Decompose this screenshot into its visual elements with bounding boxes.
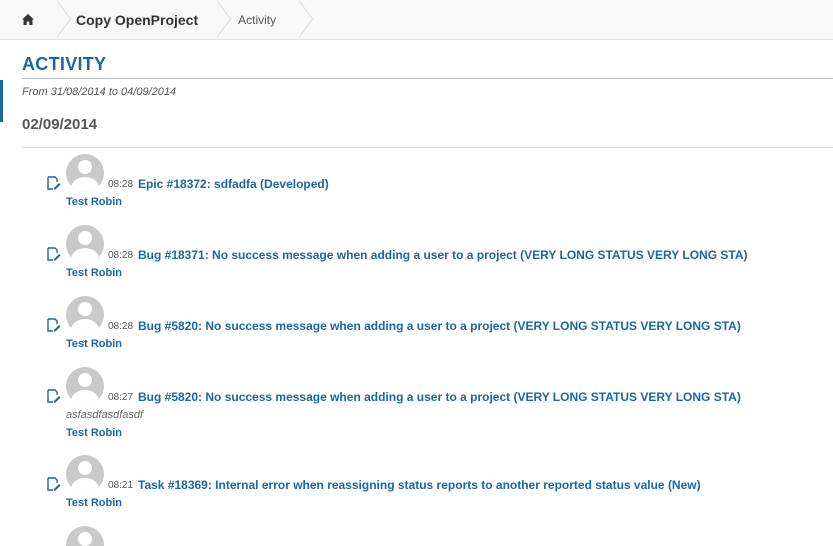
avatar (66, 526, 104, 546)
entry-title-link[interactable]: Task #18369: Internal error when reassig… (138, 478, 701, 492)
edit-icon (47, 176, 61, 190)
edit-icon (47, 318, 61, 332)
entry-time: 08:27 (108, 392, 134, 403)
day-divider (22, 147, 833, 148)
activity-entry: 08:21 Task #18369: Internal error when r… (47, 455, 833, 515)
page-title: ACTIVITY (22, 54, 107, 74)
activity-entry: 08:28 Bug #5820: No success message when… (47, 296, 833, 356)
entry-author-link[interactable]: Test Robin (66, 338, 122, 350)
entry-author-link[interactable]: Test Robin (66, 267, 122, 279)
entry-time: 08:28 (108, 321, 134, 332)
title-divider (22, 78, 833, 79)
avatar (66, 154, 104, 192)
entry-comment: asfasdfasdfasdf (66, 409, 144, 421)
avatar (66, 225, 104, 263)
entry-title-link[interactable]: Bug #5820: No success message when addin… (138, 319, 741, 333)
edit-icon (47, 389, 61, 403)
entry-author-link[interactable]: Test Robin (66, 196, 122, 208)
avatar (66, 296, 104, 334)
sidebar-accent (0, 80, 3, 122)
home-icon (22, 14, 34, 25)
breadcrumb-project[interactable]: Copy OpenProject (56, 0, 232, 39)
date-range: From 31/08/2014 to 04/09/2014 (22, 86, 177, 98)
edit-icon (47, 477, 61, 491)
activity-entry-partial (47, 526, 833, 546)
entry-author-link[interactable]: Test Robin (66, 427, 122, 439)
avatar (66, 455, 104, 493)
activity-entry: 08:28 Epic #18372: sdfadfa (Developed) T… (47, 154, 833, 214)
avatar (66, 367, 104, 405)
entry-time: 08:21 (108, 480, 134, 491)
entry-author-link[interactable]: Test Robin (66, 497, 122, 509)
breadcrumb-home[interactable] (0, 0, 71, 39)
day-heading: 02/09/2014 (22, 116, 98, 133)
entry-title-link[interactable]: Bug #18371: No success message when addi… (138, 248, 748, 262)
entry-title-link[interactable]: Epic #18372: sdfadfa (Developed) (138, 177, 329, 191)
entry-time: 08:28 (108, 250, 134, 261)
entry-time: 08:28 (108, 179, 134, 190)
breadcrumb: Copy OpenProject Activity (0, 0, 833, 40)
edit-icon (47, 247, 61, 261)
activity-entry: 08:27 Bug #5820: No success message when… (47, 367, 833, 447)
entry-title-link[interactable]: Bug #5820: No success message when addin… (138, 390, 741, 404)
activity-entry: 08:28 Bug #18371: No success message whe… (47, 225, 833, 285)
